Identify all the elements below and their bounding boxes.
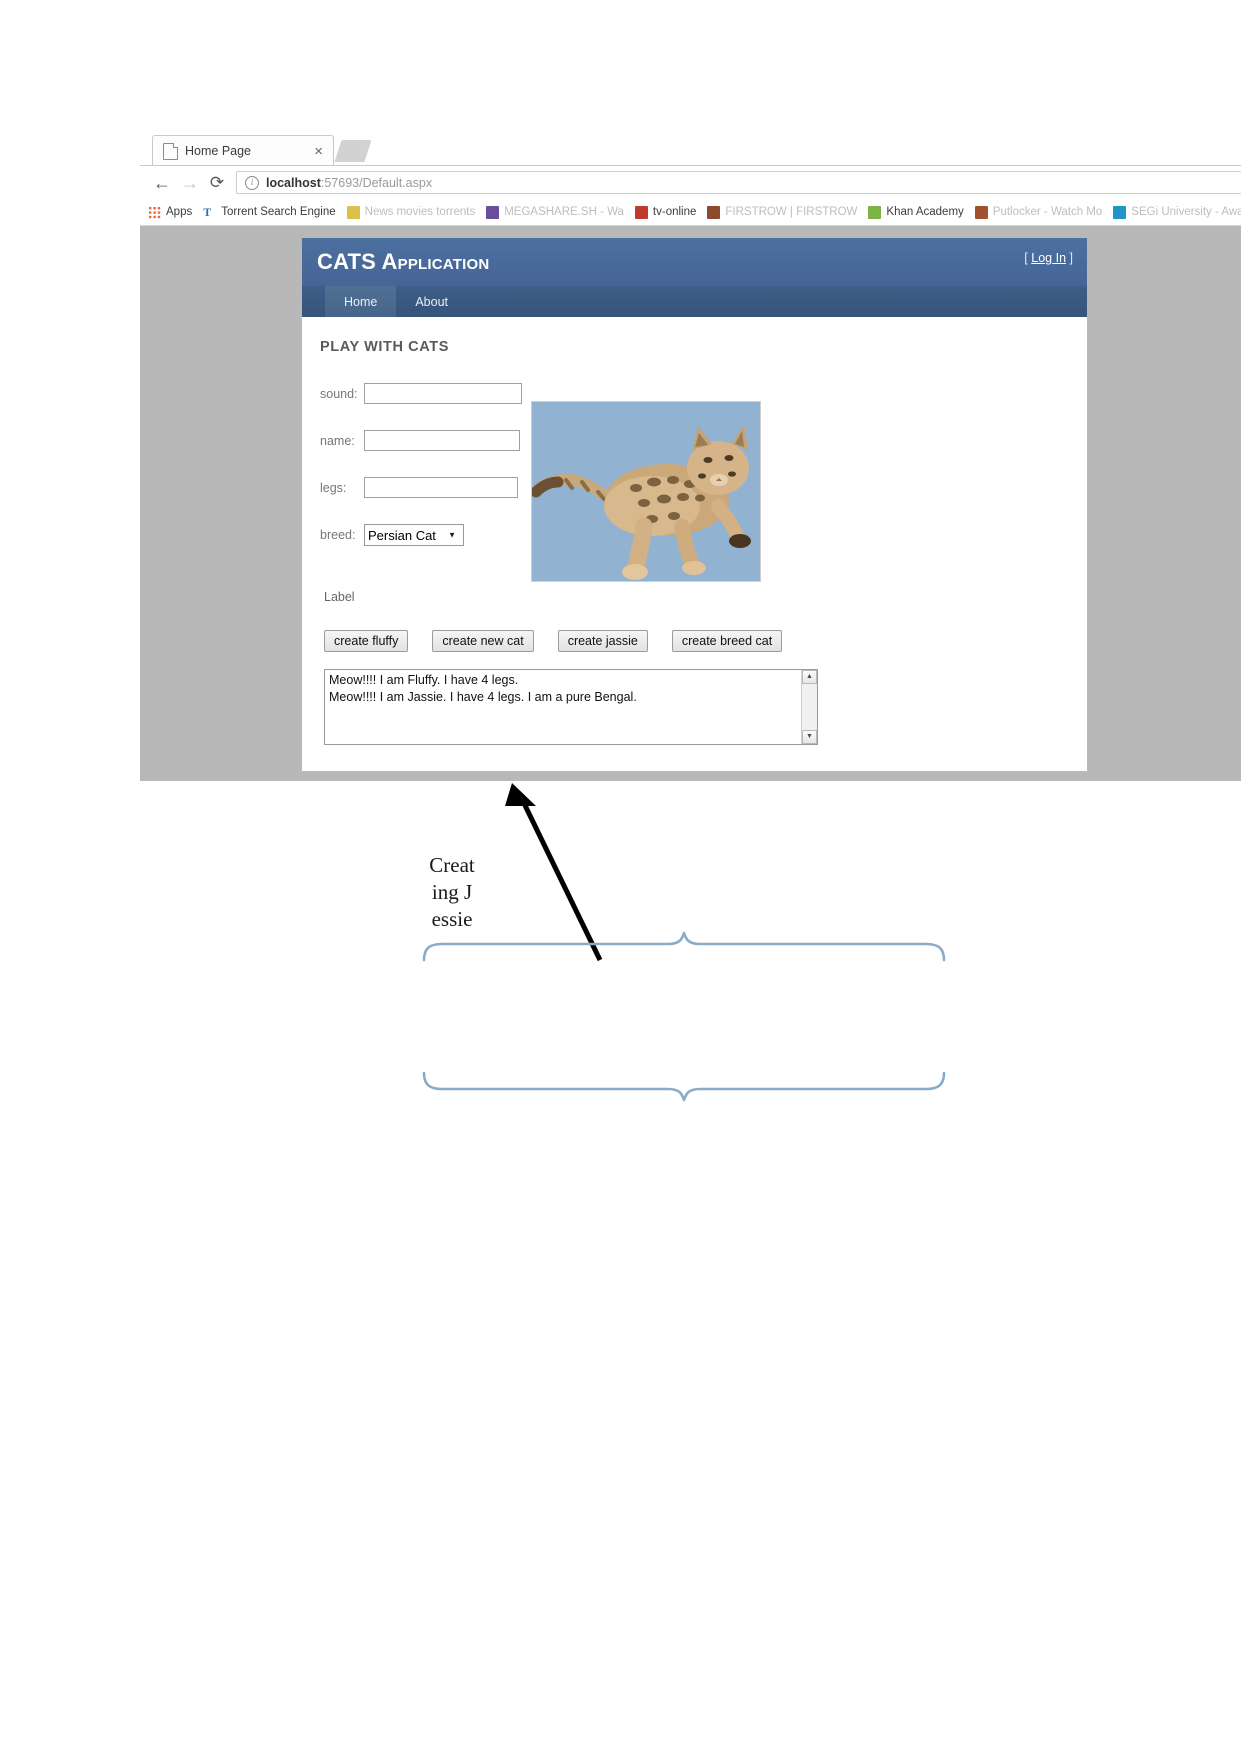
annotation-callout-text: Creating Jessie <box>429 853 475 931</box>
create-new-cat-button[interactable]: create new cat <box>432 630 534 652</box>
site-title: CATS Application <box>317 249 490 274</box>
browser-window: Home Page × ← → ⟳ i localhost:57693/Defa… <box>140 131 1241 781</box>
annotation-brace-top <box>422 931 946 962</box>
breed-select-wrap: Persian Cat ▼ <box>364 524 464 546</box>
annotation-brace-bottom <box>422 1071 946 1102</box>
address-bar[interactable]: i localhost:57693/Default.aspx <box>236 171 1241 194</box>
url-path: :57693/Default.aspx <box>320 175 433 190</box>
scroll-down-icon[interactable]: ▼ <box>802 730 817 744</box>
bookmark-label: Putlocker - Watch Mo <box>992 206 1103 218</box>
bracket-close: ] <box>1069 251 1073 265</box>
page-favicon-icon <box>163 142 178 160</box>
bookmark-label: MEGASHARE.SH - Wa <box>504 206 624 218</box>
bookmark-label: Khan Academy <box>886 206 964 218</box>
page-title: PLAY WITH CATS <box>320 339 449 355</box>
university-icon <box>1113 205 1127 219</box>
cats-application-page: CATS Application [ Log In ] Home About P… <box>302 238 1087 771</box>
apps-grid-icon <box>148 205 161 219</box>
name-input[interactable] <box>364 430 520 451</box>
legs-input[interactable] <box>364 477 518 498</box>
bracket-open: [ <box>1024 251 1028 265</box>
bookmark-putlocker[interactable]: Putlocker - Watch Mo <box>974 205 1103 219</box>
bookmark-label: News movies torrents <box>364 206 476 218</box>
site-header: CATS Application [ Log In ] <box>302 238 1087 286</box>
bookmark-label: Torrent Search Engine <box>221 206 336 218</box>
nav-tab-home[interactable]: Home <box>325 286 397 317</box>
tab-strip-divider <box>140 165 1241 166</box>
site-navbar: Home About <box>302 286 1087 317</box>
tab-strip: Home Page × <box>140 131 1241 166</box>
status-label: Label <box>324 590 355 604</box>
site-info-icon[interactable]: i <box>245 175 259 190</box>
breed-label: breed: <box>320 528 356 542</box>
reload-icon[interactable]: ⟳ <box>204 173 230 193</box>
output-text: Meow!!!! I am Fluffy. I have 4 legs. Meo… <box>329 673 637 704</box>
bookmark-label: Apps <box>166 206 193 218</box>
leaf-icon <box>868 205 882 219</box>
bookmark-label: tv-online <box>652 206 697 218</box>
bookmark-label: SEGi University - Awa <box>1131 206 1241 218</box>
film-icon <box>486 205 500 219</box>
sound-input[interactable] <box>364 383 522 404</box>
annotation-arrow <box>505 783 603 962</box>
bookmark-megashare[interactable]: MEGASHARE.SH - Wa <box>486 205 624 219</box>
tab-title: Home Page <box>185 144 252 158</box>
bookmark-segi-university[interactable]: SEGi University - Awa <box>1113 205 1241 219</box>
create-breed-cat-button[interactable]: create breed cat <box>671 630 783 652</box>
torrent-icon <box>203 205 217 219</box>
name-label: name: <box>320 433 355 448</box>
bookmark-firstrow[interactable]: FIRSTROW | FIRSTROW <box>707 205 858 219</box>
browser-tab-home-page[interactable]: Home Page × <box>152 135 334 166</box>
bookmark-tv-online[interactable]: tv-online <box>634 205 697 219</box>
page-viewport: CATS Application [ Log In ] Home About P… <box>140 226 1241 781</box>
bookmark-apps[interactable]: Apps <box>148 205 193 219</box>
login-area: [ Log In ] <box>1024 251 1073 265</box>
browser-toolbar: ← → ⟳ i localhost:57693/Default.aspx <box>140 166 1241 199</box>
bookmark-label: FIRSTROW | FIRSTROW <box>725 206 858 218</box>
action-button-row: create fluffy create new cat create jass… <box>324 630 1059 652</box>
create-jassie-button[interactable]: create jassie <box>557 630 648 652</box>
log-in-link[interactable]: Log In <box>1031 251 1066 265</box>
bookmark-news-movies-torrents[interactable]: News movies torrents <box>346 205 476 219</box>
bookmarks-bar: Apps Torrent Search Engine News movies t… <box>140 199 1241 226</box>
forward-icon[interactable]: → <box>176 174 204 192</box>
film-strip-icon <box>974 205 988 219</box>
output-scrollbar[interactable]: ▲ ▼ <box>801 670 817 744</box>
address-bar-url: localhost:57693/Default.aspx <box>266 176 432 190</box>
page-content: PLAY WITH CATS sound: name: legs: breed: <box>302 317 1087 771</box>
new-tab-button[interactable] <box>334 140 372 162</box>
shield-icon <box>346 205 360 219</box>
tv-icon <box>634 205 648 219</box>
bookmark-torrent-search-engine[interactable]: Torrent Search Engine <box>203 205 336 219</box>
close-tab-icon[interactable]: × <box>310 144 327 159</box>
legs-label: legs: <box>320 480 347 495</box>
output-textarea[interactable]: Meow!!!! I am Fluffy. I have 4 legs. Meo… <box>324 669 818 745</box>
bengal-cat-photo <box>531 401 761 582</box>
nav-tab-about[interactable]: About <box>396 286 467 317</box>
sound-label: sound: <box>320 386 358 401</box>
url-host: localhost <box>266 175 321 190</box>
bookmark-khan-academy[interactable]: Khan Academy <box>868 205 964 219</box>
breed-select[interactable]: Persian Cat <box>364 524 464 546</box>
scroll-up-icon[interactable]: ▲ <box>802 670 817 684</box>
create-fluffy-button[interactable]: create fluffy <box>324 630 409 652</box>
back-icon[interactable]: ← <box>148 174 176 192</box>
firstrow-icon <box>707 205 721 219</box>
